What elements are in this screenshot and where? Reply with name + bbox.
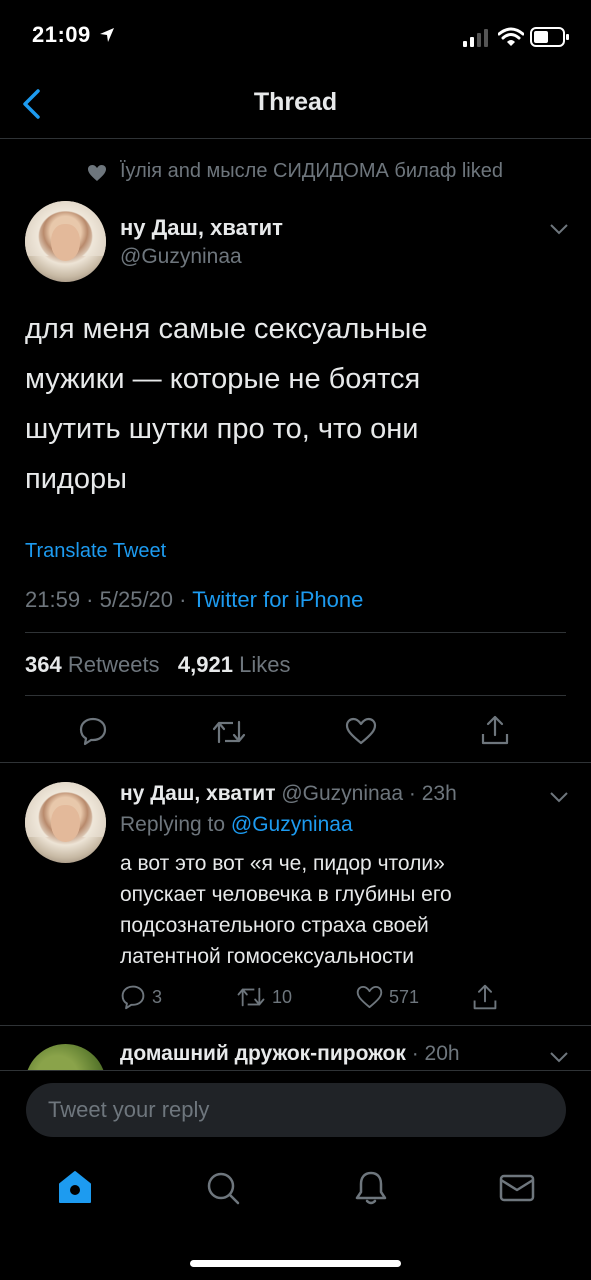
thread-divider	[0, 762, 591, 763]
reply-avatar[interactable]	[25, 782, 106, 863]
page-title: Thread	[253, 88, 338, 116]
social-context-text[interactable]: Їулія and мысле СИДИДОМА билаф liked	[120, 160, 503, 183]
wifi-icon	[498, 27, 524, 46]
battery-icon	[530, 27, 569, 47]
next-reply-author-name[interactable]: домашний дружок-пирожок	[120, 1042, 406, 1065]
status-time: 21:09	[32, 22, 115, 48]
next-reply-header: домашний дружок-пирожок · 20h	[120, 1042, 460, 1065]
share-icon[interactable]	[480, 714, 510, 746]
search-icon[interactable]	[203, 1168, 243, 1208]
like-icon	[356, 985, 383, 1009]
stats-divider-bottom	[25, 695, 566, 696]
retweets-stat[interactable]: 364 Retweets	[25, 652, 160, 677]
retweet-icon[interactable]	[211, 718, 247, 746]
tweet-stats: 364 Retweets 4,921 Likes	[25, 652, 290, 678]
reply-text: а вот это вот «я че, пидор чтоли» опуска…	[120, 852, 452, 968]
reply-retweets-count: 10	[272, 986, 293, 1007]
home-indicator	[190, 1260, 401, 1267]
next-reply-avatar[interactable]	[25, 1044, 106, 1070]
reply-icon	[121, 985, 145, 1010]
tweet-text: для меня самые сексуальные мужики — кото…	[25, 313, 428, 495]
reply-composer[interactable]	[26, 1083, 566, 1137]
tweet-timestamp: 21:59 · 5/25/20 · Twitter for iPhone	[25, 587, 364, 612]
notifications-icon[interactable]	[351, 1168, 391, 1208]
next-reply-time: 20h	[424, 1042, 460, 1065]
next-reply-clip: домашний дружок-пирожок · 20h	[0, 1026, 591, 1070]
reply-retweet-button[interactable]: 10	[236, 985, 292, 1009]
signal-icon	[463, 29, 488, 47]
reply-author-handle[interactable]: @Guzyninaa	[281, 782, 403, 805]
messages-icon[interactable]	[497, 1168, 537, 1208]
reply-chevron-down-icon[interactable]	[549, 790, 569, 804]
reply-header: ну Даш, хватит @Guzyninaa · 23h	[120, 782, 457, 805]
heart-filled-icon	[88, 165, 106, 181]
next-reply-chevron-down-icon[interactable]	[549, 1050, 569, 1064]
reply-icon[interactable]	[78, 716, 108, 746]
reply-author-name[interactable]: ну Даш, хватит	[120, 782, 275, 805]
reply-input[interactable]	[46, 1096, 530, 1124]
avatar[interactable]	[25, 201, 106, 282]
reply-reply-button[interactable]: 3	[120, 984, 162, 1010]
reply-time: 23h	[421, 782, 457, 805]
stats-divider-top	[25, 632, 566, 633]
author-name[interactable]: ну Даш, хватит	[120, 215, 283, 241]
retweet-icon	[237, 987, 265, 1007]
nav-divider	[0, 138, 591, 139]
home-icon[interactable]	[55, 1168, 95, 1208]
reply-likes-count: 571	[389, 986, 420, 1007]
likes-stat[interactable]: 4,921 Likes	[178, 652, 291, 677]
replying-to: Replying to @Guzyninaa	[120, 813, 353, 836]
composer-divider	[0, 1070, 591, 1071]
reply-replies-count: 3	[152, 986, 163, 1007]
reply-share-icon[interactable]	[472, 983, 498, 1011]
chevron-down-icon[interactable]	[549, 222, 569, 236]
reply-like-button[interactable]: 571	[356, 985, 419, 1009]
location-arrow-icon	[100, 28, 115, 42]
like-icon[interactable]	[345, 717, 377, 745]
replying-to-handle[interactable]: @Guzyninaa	[231, 813, 353, 836]
translate-link[interactable]: Translate Tweet	[25, 540, 166, 563]
tweet-source-link[interactable]: Twitter for iPhone	[192, 587, 363, 612]
author-handle[interactable]: @Guzyninaa	[120, 245, 242, 269]
